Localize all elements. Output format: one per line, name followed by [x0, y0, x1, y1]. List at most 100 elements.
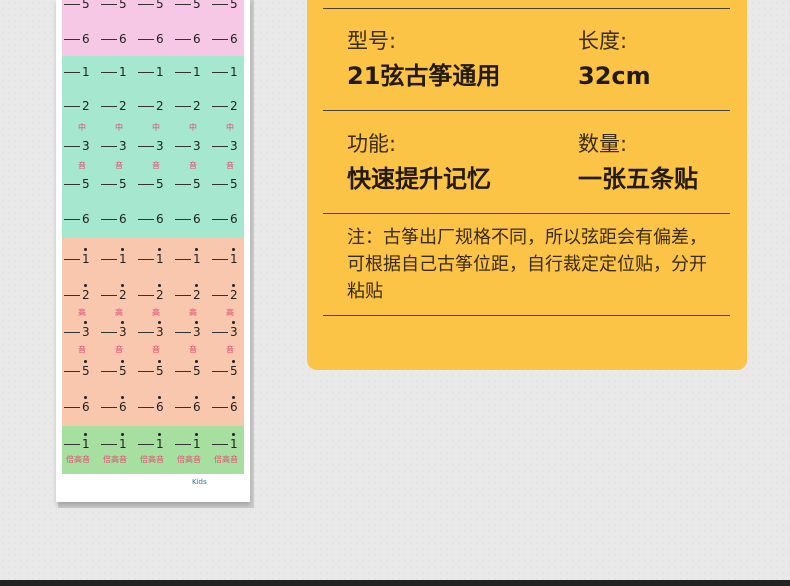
octave-dot: [158, 284, 161, 287]
note-digit: 1: [82, 437, 90, 451]
note-cell: 3: [210, 138, 246, 154]
note-digit: 6: [82, 212, 90, 226]
note-cell: 1: [99, 64, 135, 80]
string-line: [64, 72, 80, 73]
note-digit: 1: [82, 252, 90, 266]
note-cell: 3: [173, 321, 209, 340]
string-line: [101, 184, 117, 185]
string-line: [64, 371, 80, 372]
string-line: [175, 39, 191, 40]
octave-dot: [195, 433, 198, 436]
note-digit: 1: [230, 252, 238, 266]
register-label: 中: [189, 123, 197, 132]
note-digit: 6: [230, 32, 238, 46]
note-digit: 6: [119, 212, 127, 226]
string-line: [212, 259, 228, 260]
string-line: [175, 444, 191, 445]
note-digit: 3: [193, 139, 201, 153]
note-digit: 6: [156, 400, 164, 414]
note-cell: 2: [210, 284, 246, 303]
register-label: 中: [226, 123, 234, 132]
note-cell: 1: [173, 248, 209, 267]
note-cell: 6: [173, 396, 209, 415]
register-label: 音: [189, 161, 197, 170]
octave-dot: [121, 321, 124, 324]
note-digit: 1: [156, 437, 164, 451]
divider-2: [323, 213, 730, 214]
octave-dot: [121, 433, 124, 436]
note-row: 6 6 6 6 6: [62, 31, 244, 47]
note-digit: 6: [119, 32, 127, 46]
string-line: [101, 39, 117, 40]
string-line: [138, 444, 154, 445]
note-cell: 6: [210, 211, 246, 227]
quantity-value: 一张五条贴: [578, 165, 698, 193]
note-cell: 5: [99, 0, 135, 12]
register-label-row: 高高高高高: [62, 306, 244, 322]
register-label: 音: [115, 161, 123, 170]
note-cell: 6: [210, 396, 246, 415]
string-line: [101, 106, 117, 107]
octave-dot: [84, 248, 87, 251]
string-line: [175, 106, 191, 107]
string-line: [138, 72, 154, 73]
note-digit: 3: [82, 325, 90, 339]
register-label: 中: [115, 123, 123, 132]
note-cell: 1: [136, 433, 172, 452]
register-label: 倍高音: [66, 455, 90, 464]
note-cell: 6: [99, 211, 135, 227]
octave-dot: [158, 248, 161, 251]
register-label: 音: [226, 161, 234, 170]
note-digit: 2: [156, 288, 164, 302]
string-line: [64, 219, 80, 220]
register-label: 音: [152, 345, 160, 354]
register-label: 倍高音: [103, 455, 127, 464]
note-digit: 2: [119, 288, 127, 302]
note-cell: 3: [136, 321, 172, 340]
note-cell: 1: [210, 433, 246, 452]
note-digit: 3: [230, 325, 238, 339]
string-line: [175, 184, 191, 185]
note-cell: 2: [210, 98, 246, 114]
note-row: 5 5 5 5 5: [62, 176, 244, 192]
string-line: [175, 407, 191, 408]
register-label-row: 音音音音音: [62, 159, 244, 175]
string-line: [101, 4, 117, 5]
note-cell: 1: [99, 248, 135, 267]
note-row: 3 3 3 3 3: [62, 138, 244, 154]
note-digit: 5: [156, 0, 164, 11]
note-cell: 6: [210, 31, 246, 47]
note-digit: 6: [230, 400, 238, 414]
note-digit: 5: [82, 364, 90, 378]
octave-dot: [121, 284, 124, 287]
string-line: [212, 39, 228, 40]
string-line: [138, 106, 154, 107]
note-digit: 5: [119, 364, 127, 378]
string-line: [64, 332, 80, 333]
register-label: 音: [152, 161, 160, 170]
note-digit: 1: [230, 437, 238, 451]
length-value: 32cm: [578, 62, 651, 90]
register-label: 音: [226, 345, 234, 354]
octave-dot: [232, 396, 235, 399]
note-row: 2 2 2 2 2: [62, 98, 244, 114]
note-digit: 2: [82, 99, 90, 113]
octave-dot: [84, 321, 87, 324]
note-row: 5 5 5 5 5: [62, 0, 244, 12]
string-line: [64, 39, 80, 40]
note-digit: 6: [193, 400, 201, 414]
note-digit: 6: [230, 212, 238, 226]
note-digit: 1: [193, 252, 201, 266]
note-digit: 5: [119, 0, 127, 11]
note-cell: 1: [136, 248, 172, 267]
note-digit: 1: [193, 437, 201, 451]
note-cell: 5: [99, 176, 135, 192]
note-digit: 2: [230, 288, 238, 302]
note-digit: 6: [193, 32, 201, 46]
note-cell: 6: [136, 396, 172, 415]
bottom-strip: [0, 580, 790, 586]
octave-dot: [232, 433, 235, 436]
string-line: [64, 106, 80, 107]
string-line: [212, 184, 228, 185]
note-digit: 1: [82, 65, 90, 79]
